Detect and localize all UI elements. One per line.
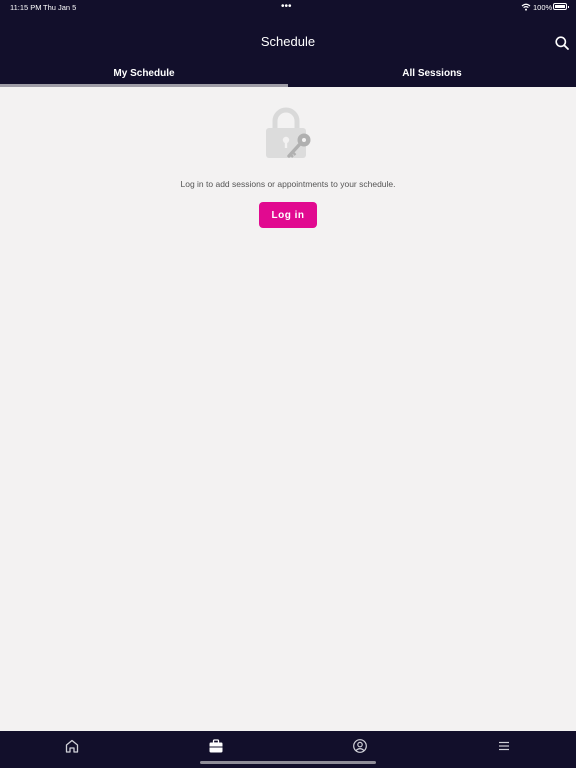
search-icon[interactable]: [554, 35, 570, 51]
home-indicator[interactable]: [200, 761, 376, 764]
tab-my-schedule-label: My Schedule: [113, 68, 175, 79]
profile-icon[interactable]: [352, 738, 368, 754]
battery-icon: [553, 3, 569, 10]
tab-strip: My Schedule All Sessions: [0, 62, 576, 87]
status-time: 11:15 PM: [10, 3, 42, 12]
schedule-content: Log in to add sessions or appointments t…: [0, 87, 576, 731]
menu-icon[interactable]: [496, 738, 512, 754]
multitasking-dots[interactable]: •••: [281, 1, 292, 12]
top-bar: 11:15 PM Thu Jan 5 ••• 100% Schedule My …: [0, 0, 576, 87]
briefcase-icon[interactable]: [208, 738, 224, 754]
lock-key-icon: [266, 107, 311, 158]
tab-all-sessions-label: All Sessions: [402, 68, 462, 79]
bottom-tab-bar: [0, 731, 576, 768]
status-date: Thu Jan 5: [43, 3, 77, 12]
page-title: Schedule: [260, 34, 316, 49]
tab-all-sessions[interactable]: All Sessions: [288, 62, 576, 87]
login-prompt-message: Log in to add sessions or appointments t…: [180, 179, 396, 189]
status-bar: 11:15 PM Thu Jan 5 ••• 100%: [0, 0, 576, 16]
wifi-icon: [521, 3, 531, 11]
battery-percent: 100%: [533, 3, 553, 12]
login-button[interactable]: Log in: [259, 202, 317, 228]
home-icon[interactable]: [64, 738, 80, 754]
